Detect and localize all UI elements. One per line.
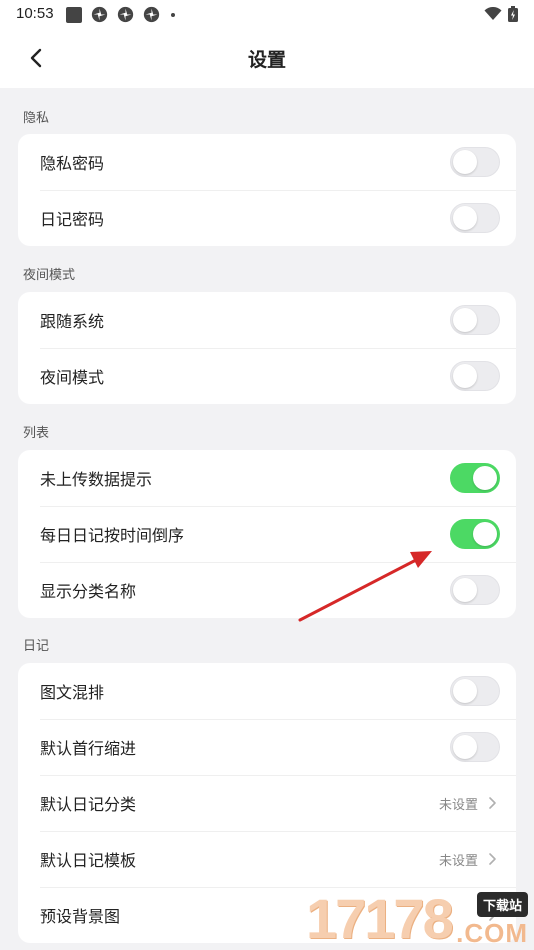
chevron-right-icon — [489, 909, 496, 921]
setting-row-privacy-password[interactable]: 隐私密码 — [18, 134, 516, 190]
status-bar: 10:53 — [0, 0, 534, 28]
section-header-privacy: 隐私 — [23, 111, 50, 126]
pinwheel-icon — [117, 6, 134, 23]
setting-row-default-template[interactable]: 默认日记模板 未设置 — [18, 831, 516, 887]
setting-label: 隐私密码 — [40, 154, 105, 173]
mixed-layout-toggle[interactable] — [450, 676, 500, 706]
setting-value: 未设置 — [438, 797, 478, 813]
setting-row-night-mode[interactable]: 夜间模式 — [18, 348, 516, 404]
app-notification-icon — [66, 6, 82, 23]
follow-system-toggle[interactable] — [450, 305, 500, 335]
setting-row-diary-password[interactable]: 日记密码 — [18, 190, 516, 246]
setting-label: 显示分类名称 — [40, 582, 137, 601]
page-title: 设置 — [247, 49, 286, 71]
toggle-knob — [453, 679, 477, 703]
unuploaded-hint-toggle[interactable] — [450, 463, 500, 493]
night-mode-toggle[interactable] — [450, 361, 500, 391]
setting-value: 未设置 — [438, 853, 478, 869]
setting-row-mixed-layout[interactable]: 图文混排 — [18, 663, 516, 719]
privacy-password-toggle[interactable] — [450, 147, 500, 177]
wifi-icon — [484, 7, 502, 20]
first-line-indent-toggle[interactable] — [450, 732, 500, 762]
chevron-right-icon — [489, 797, 496, 809]
setting-label: 默认日记分类 — [40, 795, 137, 814]
chevron-right-icon — [489, 853, 496, 865]
setting-label: 夜间模式 — [40, 368, 105, 387]
setting-row-show-category-name[interactable]: 显示分类名称 — [18, 562, 516, 618]
notification-icons — [66, 6, 175, 23]
setting-label: 日记密码 — [40, 210, 105, 229]
setting-label: 图文混排 — [40, 683, 105, 702]
section-header-night-mode: 夜间模式 — [23, 268, 76, 283]
diary-password-toggle[interactable] — [450, 203, 500, 233]
toggle-knob — [473, 466, 497, 490]
settings-card-night-mode: 跟随系统 夜间模式 — [18, 292, 516, 404]
reverse-order-toggle[interactable] — [450, 519, 500, 549]
setting-label: 每日日记按时间倒序 — [40, 526, 185, 545]
settings-card-list: 未上传数据提示 每日日记按时间倒序 显示分类名称 — [18, 450, 516, 618]
setting-row-default-category[interactable]: 默认日记分类 未设置 — [18, 775, 516, 831]
toggle-knob — [453, 364, 477, 388]
setting-row-reverse-order[interactable]: 每日日记按时间倒序 — [18, 506, 516, 562]
section-header-diary: 日记 — [23, 639, 50, 654]
settings-card-privacy: 隐私密码 日记密码 — [18, 134, 516, 246]
setting-label: 预设背景图 — [40, 907, 121, 926]
toggle-knob — [453, 150, 477, 174]
top-app-bar: 设置 — [0, 28, 534, 88]
setting-label: 默认首行缩进 — [40, 739, 137, 758]
toggle-knob — [453, 206, 477, 230]
pinwheel-icon — [91, 6, 108, 23]
setting-row-preset-background[interactable]: 预设背景图 — [18, 887, 516, 943]
setting-row-first-line-indent[interactable]: 默认首行缩进 — [18, 719, 516, 775]
settings-card-diary: 图文混排 默认首行缩进 默认日记分类 未设置 默认日记模板 未设置 预设背景图 — [18, 663, 516, 943]
status-time: 10:53 — [16, 5, 54, 22]
more-notifications-dot — [171, 12, 175, 17]
setting-row-unuploaded-hint[interactable]: 未上传数据提示 — [18, 450, 516, 506]
toggle-knob — [453, 308, 477, 332]
show-category-name-toggle[interactable] — [450, 575, 500, 605]
setting-label: 未上传数据提示 — [40, 470, 153, 489]
setting-label: 默认日记模板 — [40, 851, 137, 870]
toggle-knob — [473, 522, 497, 546]
system-icons — [484, 6, 518, 22]
setting-label: 跟随系统 — [40, 312, 105, 331]
battery-icon — [508, 6, 518, 22]
section-header-list: 列表 — [23, 426, 50, 441]
setting-row-follow-system[interactable]: 跟随系统 — [18, 292, 516, 348]
pinwheel-icon — [143, 6, 160, 23]
toggle-knob — [453, 578, 477, 602]
toggle-knob — [453, 735, 477, 759]
